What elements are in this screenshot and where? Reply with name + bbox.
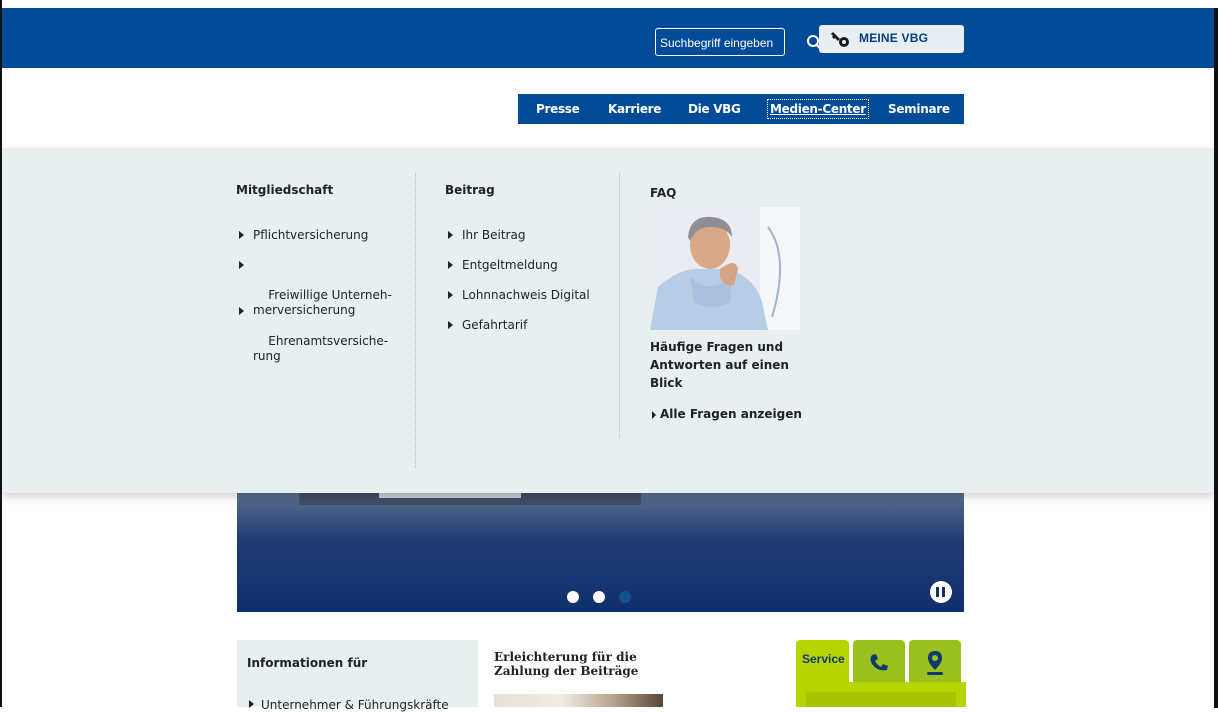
service-panel (796, 682, 966, 707)
window-top-edge (0, 0, 1218, 8)
key-icon (831, 32, 849, 47)
mega-menu-title-mitgliedschaft: Mitgliedschaft (236, 183, 334, 197)
arrow-right-icon (448, 261, 453, 269)
phone-icon (870, 654, 888, 671)
nav-item-medien-center[interactable]: Medien-Center (767, 99, 869, 119)
news-teaser-title[interactable]: Erleichterung für die Zahlung der Beiträ… (494, 650, 654, 678)
hero-image-strip (299, 493, 641, 505)
header-bar: Suchbegriff eingeben MEINE VBG (0, 8, 1214, 68)
column-divider (415, 173, 416, 468)
info-link-unternehmer[interactable]: Unternehmer & Führungskräfte (261, 698, 449, 712)
meine-vbg-label: MEINE VBG (859, 31, 929, 45)
carousel-dot-2[interactable] (593, 591, 605, 603)
main-navigation: Presse Karriere Die VBG Medien-Center Se… (518, 94, 964, 124)
service-panel-inner (806, 692, 956, 707)
carousel-dot-3-active[interactable] (619, 591, 631, 603)
tab-location[interactable] (909, 640, 961, 685)
arrow-right-icon (448, 231, 453, 239)
info-for-box: Informationen für Unternehmer & Führungs… (237, 640, 478, 712)
window-left-edge (0, 0, 2, 707)
menu-link-lohnnachweis-digital[interactable]: Lohnnachweis Digital (448, 288, 590, 303)
info-for-title: Informationen für (247, 656, 368, 670)
column-divider (619, 173, 620, 438)
mega-menu-panel: Mitgliedschaft Pflichtversicherung Freiw… (2, 148, 1214, 493)
location-pin-icon (927, 651, 943, 675)
carousel-dot-1[interactable] (567, 591, 579, 603)
faq-teaser-text: Häufige Fragen und Antworten auf einen B… (650, 340, 789, 390)
service-widget: Service (796, 640, 966, 707)
hero-carousel[interactable] (237, 493, 964, 612)
arrow-right-icon (448, 291, 453, 299)
nav-item-seminare[interactable]: Seminare (888, 102, 950, 116)
nav-item-presse[interactable]: Presse (536, 102, 580, 116)
nav-item-karriere[interactable]: Karriere (608, 102, 661, 116)
arrow-right-icon (652, 411, 656, 419)
menu-link-gefahrtarif[interactable]: Gefahrtarif (448, 318, 527, 333)
faq-person-image[interactable] (650, 207, 800, 330)
mega-menu-title-faq: FAQ (650, 186, 677, 200)
window-right-edge (1214, 8, 1218, 708)
nav-item-die-vbg[interactable]: Die VBG (688, 102, 741, 116)
meine-vbg-button[interactable]: MEINE VBG (819, 25, 964, 53)
menu-link-ihr-beitrag[interactable]: Ihr Beitrag (448, 228, 525, 243)
pause-icon[interactable] (930, 581, 952, 603)
tab-service-label: Service (802, 652, 845, 666)
arrow-right-icon (239, 231, 244, 239)
arrow-right-icon (239, 307, 244, 315)
menu-link-pflichtversicherung[interactable]: Pflichtversicherung (239, 228, 368, 243)
arrow-right-icon (448, 321, 453, 329)
menu-link-entgeltmeldung[interactable]: Entgeltmeldung (448, 258, 558, 273)
hero-image-strip-highlight (379, 493, 521, 498)
arrow-right-icon (239, 261, 244, 269)
menu-link-ehrenamtsversicherung[interactable]: Ehrenamtsversiche- rung (239, 304, 388, 379)
faq-all-questions-link[interactable]: Alle Fragen anzeigen (652, 407, 802, 421)
tab-phone[interactable] (853, 640, 905, 685)
mega-menu-title-beitrag: Beitrag (445, 183, 495, 197)
tab-service[interactable]: Service (796, 640, 849, 685)
news-teaser-image[interactable] (494, 694, 663, 707)
search-input[interactable]: Suchbegriff eingeben (655, 28, 785, 56)
